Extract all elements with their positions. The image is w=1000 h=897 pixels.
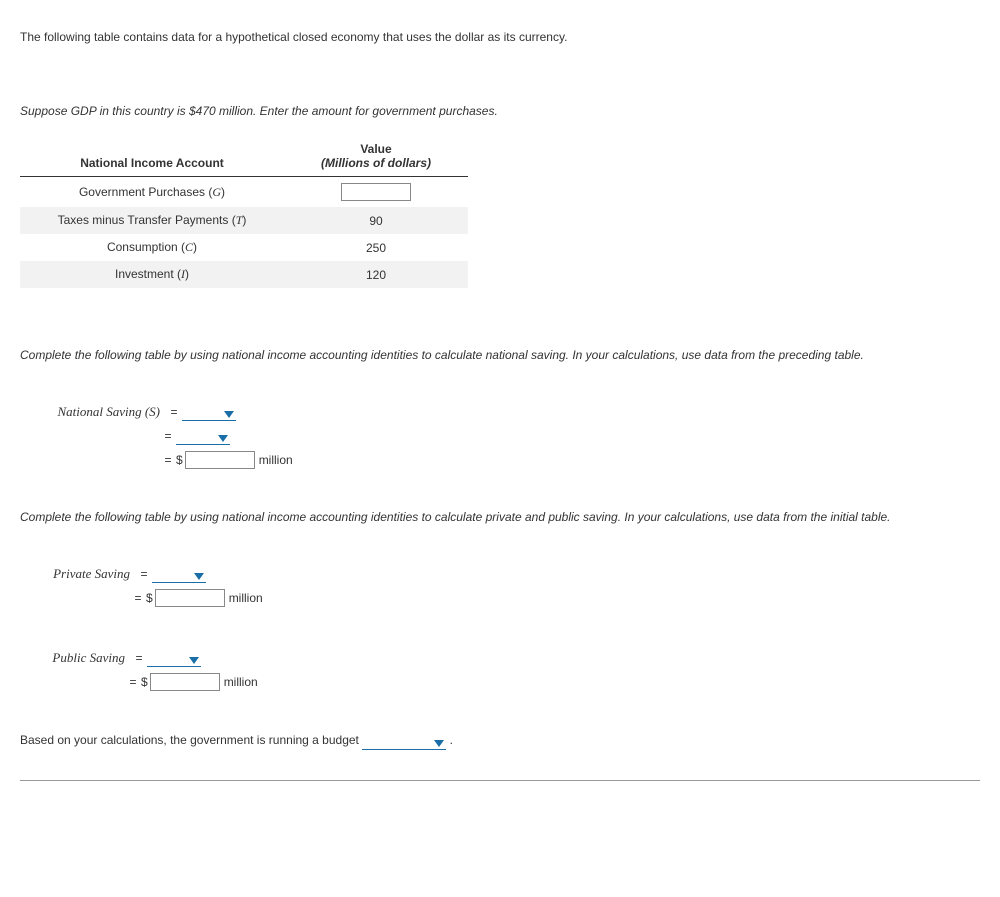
conclusion-suffix: . [450, 733, 453, 747]
caret-down-icon [434, 740, 444, 747]
private-saving-label: Private Saving [20, 566, 136, 582]
row-value: 90 [284, 207, 468, 234]
equals-sign: = [130, 591, 146, 605]
public-saving-block: Public Saving = = $ million [20, 648, 980, 692]
public-formula-dropdown[interactable] [147, 649, 201, 667]
dollar-sign: $ [176, 453, 183, 467]
equals-sign: = [136, 567, 152, 581]
table-row: Investment (I) 120 [20, 261, 468, 288]
caret-down-icon [218, 435, 228, 442]
equals-sign: = [160, 453, 176, 467]
dollar-sign: $ [141, 675, 148, 689]
private-formula-dropdown[interactable] [152, 565, 206, 583]
unit-million: million [259, 453, 293, 467]
national-saving-block: National Saving (S) = = = $ million [20, 402, 980, 470]
conclusion-prefix: Based on your calculations, the governme… [20, 733, 362, 747]
row-label: Government Purchases (G) [20, 177, 284, 208]
col-header-value-sub: (Millions of dollars) [284, 156, 468, 177]
g-input[interactable] [341, 183, 411, 201]
budget-status-dropdown[interactable] [362, 732, 446, 750]
income-accounts-table: National Income Account Value (Millions … [20, 136, 468, 288]
col-header-account: National Income Account [20, 136, 284, 177]
row-label: Investment (I) [20, 261, 284, 288]
caret-down-icon [194, 573, 204, 580]
instruction-private-public: Complete the following table by using na… [20, 510, 980, 524]
public-saving-label: Public Saving [20, 650, 131, 666]
unit-million: million [229, 591, 263, 605]
ns-formula-dropdown-2[interactable] [176, 427, 230, 445]
bottom-divider [20, 780, 980, 781]
row-value: 250 [284, 234, 468, 261]
private-amount-input[interactable] [155, 589, 225, 607]
row-label: Taxes minus Transfer Payments (T) [20, 207, 284, 234]
intro-text: The following table contains data for a … [20, 30, 980, 44]
public-amount-input[interactable] [150, 673, 220, 691]
instruction-gdp: Suppose GDP in this country is $470 mill… [20, 104, 980, 118]
private-saving-block: Private Saving = = $ million [20, 564, 980, 608]
table-row: Government Purchases (G) [20, 177, 468, 208]
table-row: Consumption (C) 250 [20, 234, 468, 261]
equals-sign: = [166, 405, 182, 419]
ns-formula-dropdown-1[interactable] [182, 403, 236, 421]
national-saving-label: National Saving (S) [20, 404, 166, 420]
instruction-national-saving: Complete the following table by using na… [20, 348, 980, 362]
equals-sign: = [160, 429, 176, 443]
table-row: Taxes minus Transfer Payments (T) 90 [20, 207, 468, 234]
caret-down-icon [224, 411, 234, 418]
row-value: 120 [284, 261, 468, 288]
equals-sign: = [125, 675, 141, 689]
row-label: Consumption (C) [20, 234, 284, 261]
unit-million: million [224, 675, 258, 689]
ns-amount-input[interactable] [185, 451, 255, 469]
caret-down-icon [189, 657, 199, 664]
dollar-sign: $ [146, 591, 153, 605]
budget-conclusion-line: Based on your calculations, the governme… [20, 732, 980, 750]
col-header-value-top: Value [284, 136, 468, 156]
equals-sign: = [131, 651, 147, 665]
